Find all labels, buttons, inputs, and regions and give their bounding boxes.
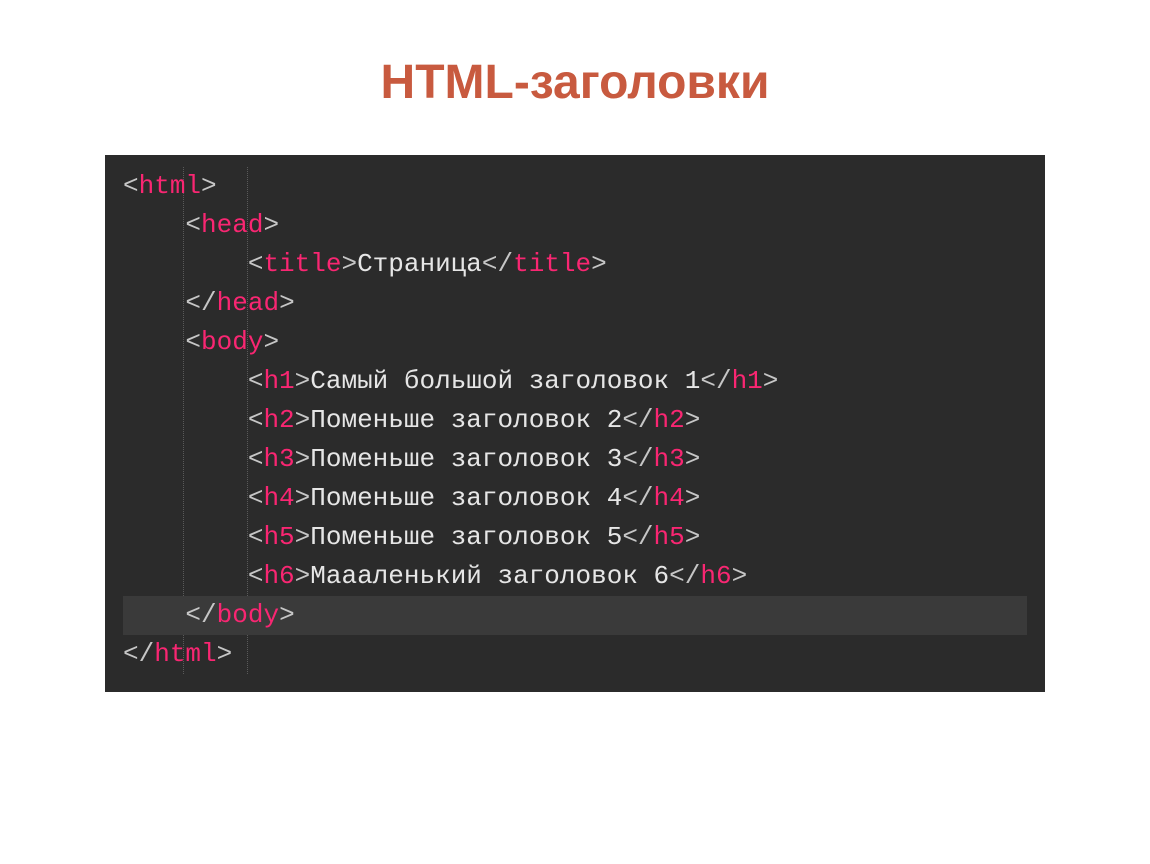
code-line: <h4>Поменьше заголовок 4</h4>	[123, 479, 1027, 518]
code-line: </body>	[123, 596, 1027, 635]
slide-title: HTML-заголовки	[0, 55, 1150, 110]
code-line: <body>	[123, 323, 1027, 362]
code-line: </head>	[123, 284, 1027, 323]
code-line: <h5>Поменьше заголовок 5</h5>	[123, 518, 1027, 557]
code-area: <html> <head> <title>Страница</title> </…	[123, 167, 1027, 674]
code-line: <head>	[123, 206, 1027, 245]
code-line: <h2>Поменьше заголовок 2</h2>	[123, 401, 1027, 440]
code-line: <title>Страница</title>	[123, 245, 1027, 284]
code-line: <h3>Поменьше заголовок 3</h3>	[123, 440, 1027, 479]
code-line: <html>	[123, 167, 1027, 206]
code-block: <html> <head> <title>Страница</title> </…	[105, 155, 1045, 692]
code-line: </html>	[123, 635, 1027, 674]
slide: HTML-заголовки <html> <head> <title>Стра…	[0, 0, 1150, 864]
code-line: <h1>Самый большой заголовок 1</h1>	[123, 362, 1027, 401]
code-line: <h6>Маааленький заголовок 6</h6>	[123, 557, 1027, 596]
